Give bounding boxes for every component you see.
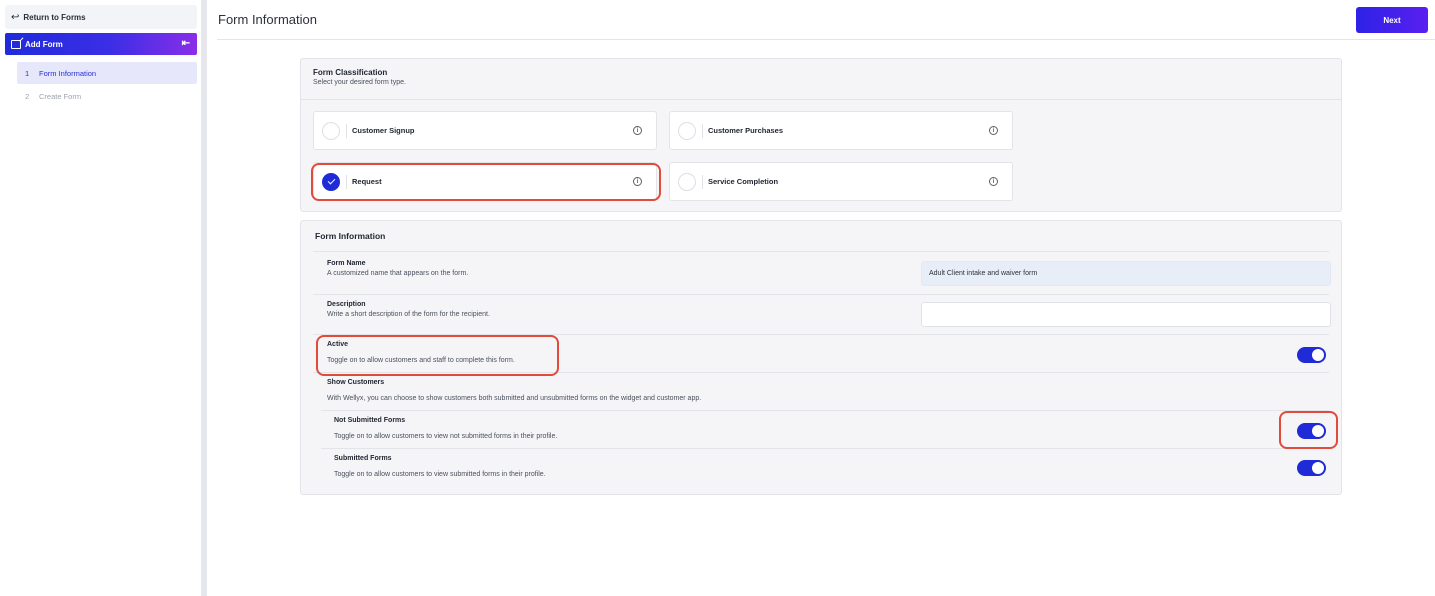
option-customer-signup[interactable]: Customer Signup i	[313, 111, 657, 150]
description-input[interactable]	[921, 302, 1331, 327]
submitted-label: Submitted Forms	[334, 455, 392, 462]
submitted-desc: Toggle on to allow customers to view sub…	[334, 471, 546, 478]
option-label: Customer Purchases	[708, 126, 784, 135]
edit-form-icon	[11, 39, 21, 49]
form-information-panel: Form Information Form Name A customized …	[300, 220, 1342, 495]
show-customers-desc: With Wellyx, you can choose to show cust…	[327, 395, 702, 402]
form-name-input[interactable]: Adult Client intake and waiver form	[921, 261, 1331, 286]
option-label: Customer Signup	[352, 126, 415, 135]
submitted-toggle[interactable]	[1297, 460, 1326, 476]
active-toggle[interactable]	[1297, 347, 1326, 363]
sidebar-scrollbar[interactable]	[201, 0, 207, 596]
form-name-label: Form Name	[327, 260, 366, 267]
divider	[313, 334, 1329, 335]
divider	[313, 372, 1329, 373]
description-desc: Write a short description of the form fo…	[327, 311, 490, 318]
radio-button[interactable]	[678, 121, 696, 140]
next-button[interactable]: Next	[1356, 7, 1428, 33]
option-request[interactable]: Request i	[313, 162, 657, 201]
header: Form Information Next	[217, 0, 1435, 40]
classification-subtitle: Select your desired form type.	[313, 79, 406, 86]
not-submitted-label: Not Submitted Forms	[334, 417, 406, 424]
info-icon[interactable]: i	[633, 126, 642, 135]
divider	[702, 174, 703, 189]
info-icon[interactable]: i	[989, 177, 998, 186]
option-label: Service Completion	[708, 177, 779, 186]
step-number: 2	[25, 91, 30, 101]
form-information-title: Form Information	[315, 231, 386, 241]
step-label: Create Form	[39, 91, 82, 101]
page-title: Form Information	[218, 12, 317, 27]
info-icon[interactable]: i	[633, 177, 642, 186]
add-form-label: Add Form	[25, 39, 63, 49]
back-arrow-icon: ↩	[11, 11, 20, 23]
not-submitted-toggle[interactable]	[1297, 423, 1326, 439]
add-form-header: Add Form ⇤	[5, 33, 197, 55]
divider	[346, 123, 347, 138]
option-customer-purchases[interactable]: Customer Purchases i	[669, 111, 1013, 150]
collapse-sidebar-icon[interactable]: ⇤	[182, 38, 190, 49]
active-desc: Toggle on to allow customers and staff t…	[327, 357, 515, 364]
return-to-forms-link[interactable]: ↩ Return to Forms	[5, 5, 197, 29]
step-number: 1	[25, 68, 30, 78]
divider	[313, 294, 1329, 295]
radio-button-checked[interactable]	[322, 172, 340, 191]
classification-heading: Form Classification Select your desired …	[313, 68, 406, 86]
return-label: Return to Forms	[23, 12, 86, 22]
step-label: Form Information	[39, 68, 97, 78]
step-form-information[interactable]: 1 Form Information	[17, 62, 197, 84]
sidebar: ↩ Return to Forms Add Form ⇤ 1 Form Info…	[0, 0, 201, 596]
radio-button[interactable]	[678, 172, 696, 191]
classification-title: Form Classification	[313, 68, 388, 77]
divider	[321, 448, 1329, 449]
form-name-desc: A customized name that appears on the fo…	[327, 270, 469, 277]
divider	[313, 251, 1329, 252]
step-create-form[interactable]: 2 Create Form	[17, 85, 197, 107]
radio-button[interactable]	[322, 121, 340, 140]
not-submitted-desc: Toggle on to allow customers to view not…	[334, 433, 558, 440]
divider	[321, 410, 1329, 411]
option-label: Request	[352, 177, 382, 186]
form-classification-panel: Form Classification Select your desired …	[300, 58, 1342, 212]
show-customers-label: Show Customers	[327, 379, 385, 386]
divider	[346, 174, 347, 189]
option-service-completion[interactable]: Service Completion i	[669, 162, 1013, 201]
active-label: Active	[327, 341, 349, 348]
divider	[301, 99, 1341, 100]
divider	[702, 123, 703, 138]
description-label: Description	[327, 301, 366, 308]
info-icon[interactable]: i	[989, 126, 998, 135]
